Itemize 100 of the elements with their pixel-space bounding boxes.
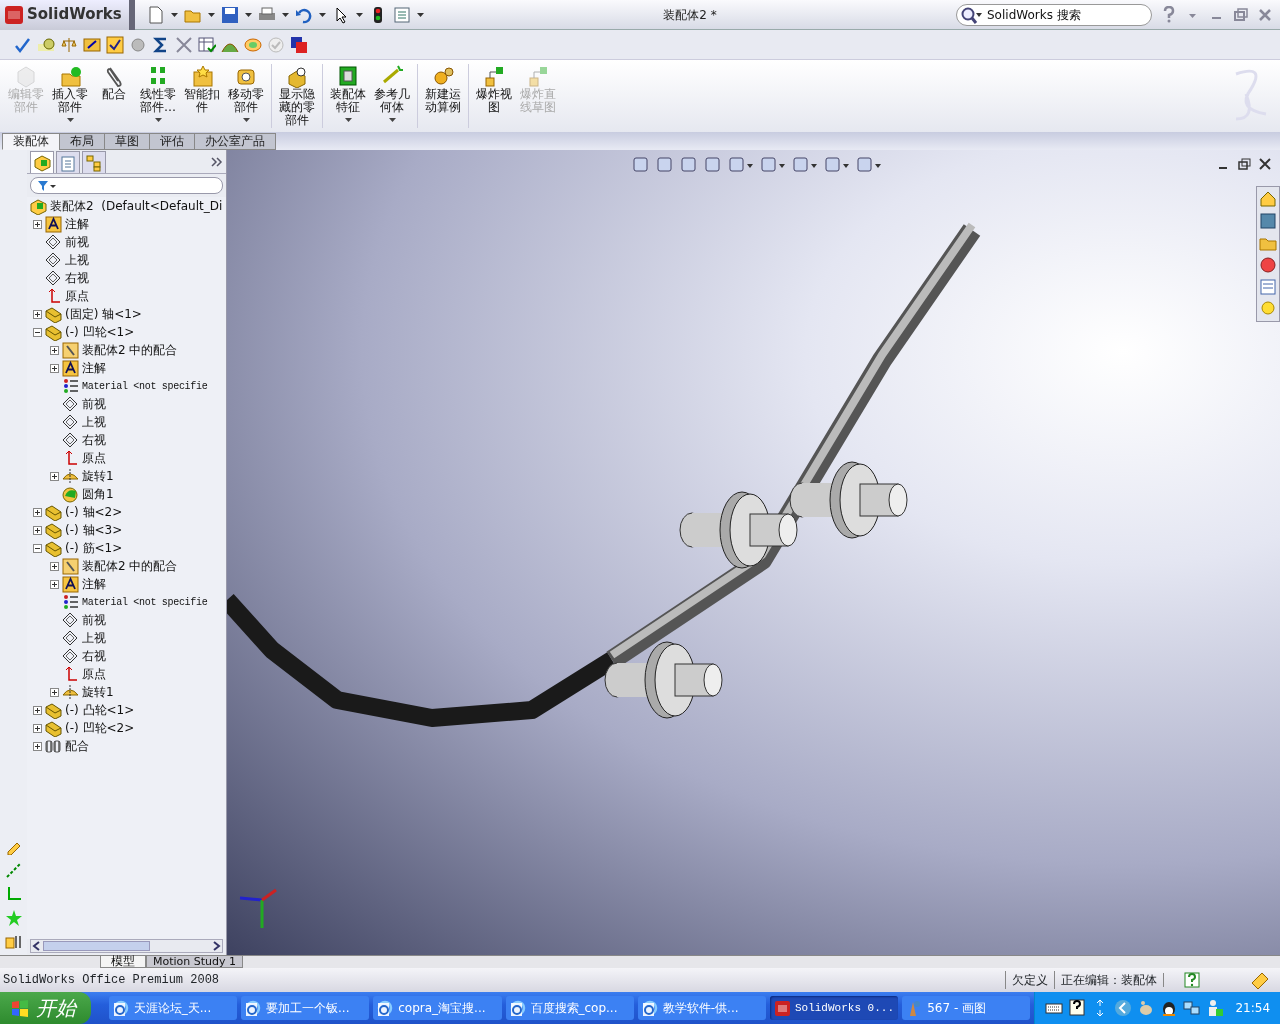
tree-item[interactable]: 前视 xyxy=(82,611,106,629)
command-tab[interactable]: 评估 xyxy=(149,133,195,150)
tree-item[interactable]: (固定) 轴<1> xyxy=(65,305,142,323)
model-tab[interactable]: 模型 xyxy=(100,956,146,968)
network-icon[interactable] xyxy=(1183,999,1202,1017)
taskbar-button[interactable]: 天涯论坛_天... xyxy=(108,996,238,1020)
expand-toggle-icon[interactable] xyxy=(33,705,42,715)
command-tab[interactable]: 草图 xyxy=(104,133,150,150)
command-button[interactable]: 智能扣件 xyxy=(180,64,224,114)
command-tab[interactable]: 布局 xyxy=(59,133,105,150)
expand-toggle-icon[interactable] xyxy=(50,687,59,697)
command-button[interactable]: 新建运动算例 xyxy=(421,64,465,114)
tree-item[interactable]: 圆角1 xyxy=(82,485,114,503)
previous-view-icon[interactable] xyxy=(680,156,698,174)
overlap-squares-icon[interactable] xyxy=(290,35,308,54)
taskbar-button[interactable]: 567 - 画图 xyxy=(902,996,1031,1020)
dropdown-caret-icon[interactable] xyxy=(245,12,252,17)
model-tab[interactable]: Motion Study 1 xyxy=(146,956,244,968)
close-icon[interactable] xyxy=(1259,158,1272,170)
tree-item[interactable]: 前视 xyxy=(65,233,89,251)
star-icon[interactable] xyxy=(4,909,23,927)
dashed-line-icon[interactable] xyxy=(4,861,23,879)
tree-item[interactable]: 原点 xyxy=(82,449,106,467)
tree-item[interactable]: 右视 xyxy=(65,269,89,287)
balance-scale-icon[interactable] xyxy=(60,35,78,54)
tree-item[interactable]: (-) 轴<2> xyxy=(65,503,123,521)
save-button[interactable] xyxy=(221,5,239,24)
dropdown-caret-icon[interactable] xyxy=(344,118,352,122)
search-icon[interactable] xyxy=(960,6,982,25)
tree-item[interactable]: 上视 xyxy=(65,251,89,269)
taskbar-button[interactable]: SolidWorks 0... xyxy=(769,996,899,1020)
tree-item[interactable]: 注解 xyxy=(65,215,89,233)
tree-item[interactable]: 装配体2 中的配合 xyxy=(82,557,178,575)
expand-toggle-icon[interactable] xyxy=(50,363,59,373)
tree-item[interactable]: 原点 xyxy=(82,665,106,683)
tree-item[interactable]: (-) 凸轮<1> xyxy=(65,701,135,719)
command-button[interactable]: 配合 xyxy=(92,64,136,101)
expand-toggle-icon[interactable] xyxy=(50,345,59,355)
help-icon[interactable] xyxy=(1068,999,1087,1017)
tag-icon[interactable] xyxy=(1250,971,1270,989)
restore-icon[interactable] xyxy=(1238,158,1251,170)
taskbar-button[interactable]: 教学软件-供... xyxy=(637,996,766,1020)
tree-item[interactable]: (-) 凹轮<2> xyxy=(65,719,135,737)
command-tab[interactable]: 装配体 xyxy=(2,133,60,150)
dropdown-caret-icon[interactable] xyxy=(171,12,178,17)
panel-tab[interactable] xyxy=(30,151,54,173)
panel-tab[interactable] xyxy=(82,151,106,173)
taskbar-button[interactable]: 百度搜索_cop... xyxy=(505,996,634,1020)
dropdown-caret-icon[interactable] xyxy=(388,118,396,122)
tree-item[interactable]: 右视 xyxy=(82,647,106,665)
collapse-toggle-icon[interactable] xyxy=(33,543,42,553)
view-orientation-icon[interactable] xyxy=(728,156,754,174)
tree-item[interactable]: 原点 xyxy=(65,287,89,305)
expand-toggle-icon[interactable] xyxy=(33,723,42,733)
tree-item[interactable]: 前视 xyxy=(82,395,106,413)
dropdown-caret-icon[interactable] xyxy=(242,118,250,122)
table-check-icon[interactable] xyxy=(198,35,216,54)
command-button[interactable]: 线性零部件… xyxy=(136,64,180,122)
expand-toggle-icon[interactable] xyxy=(33,741,42,751)
library-icon[interactable] xyxy=(1259,212,1277,230)
dropdown-caret-icon[interactable] xyxy=(208,12,215,17)
tree-item[interactable]: 装配体2 (Default<Default_Di xyxy=(50,197,223,215)
tree-item[interactable]: 旋转1 xyxy=(82,683,114,701)
display-style-icon[interactable] xyxy=(760,156,786,174)
section-view-icon[interactable] xyxy=(704,156,722,174)
search-field[interactable]: SolidWorks 搜索 xyxy=(956,3,1152,26)
chevron-left-icon[interactable] xyxy=(1114,999,1133,1017)
expand-toggle-icon[interactable] xyxy=(50,561,59,571)
start-button[interactable]: 开始 xyxy=(0,992,91,1024)
command-button[interactable]: 装配体特征 xyxy=(326,64,370,122)
tree-item[interactable]: 上视 xyxy=(82,629,106,647)
user-icon[interactable] xyxy=(1206,999,1225,1017)
home-icon[interactable] xyxy=(1259,190,1277,208)
expand-toggle-icon[interactable] xyxy=(50,579,59,589)
filter-field[interactable] xyxy=(30,177,223,194)
dropdown-caret-icon[interactable] xyxy=(319,12,326,17)
expand-toggle-icon[interactable] xyxy=(50,471,59,481)
tree-item[interactable]: (-) 筋<1> xyxy=(65,539,123,557)
dropdown-caret-icon[interactable] xyxy=(356,12,363,17)
new-document-button[interactable] xyxy=(147,5,165,24)
filter-icon[interactable] xyxy=(37,179,57,192)
expand-toggle-icon[interactable] xyxy=(33,219,42,229)
taskbar-button[interactable]: copra_淘宝搜... xyxy=(373,996,502,1020)
expand-toggle-icon[interactable] xyxy=(33,525,42,535)
tree-item[interactable]: Material <not specifie xyxy=(82,594,208,610)
tree-item[interactable]: 装配体2 中的配合 xyxy=(82,341,178,359)
checkbox-icon[interactable] xyxy=(106,35,124,54)
tree-item[interactable]: 右视 xyxy=(82,431,106,449)
command-button[interactable]: 插入零部件 xyxy=(48,64,92,122)
expand-toggle-icon[interactable] xyxy=(33,507,42,517)
zoom-fit-icon[interactable] xyxy=(632,156,650,174)
horizontal-scrollbar[interactable] xyxy=(30,939,223,953)
zoom-area-icon[interactable] xyxy=(656,156,674,174)
dropdown-caret-icon[interactable] xyxy=(66,118,74,122)
tree-item[interactable]: Material <not specifie xyxy=(82,378,208,394)
scene-icon[interactable] xyxy=(856,156,882,174)
expand-chevron-icon[interactable] xyxy=(211,157,223,167)
hide-show-icon[interactable] xyxy=(792,156,818,174)
expand-toggle-icon[interactable] xyxy=(33,309,42,319)
command-tab[interactable]: 办公室产品 xyxy=(194,133,276,150)
